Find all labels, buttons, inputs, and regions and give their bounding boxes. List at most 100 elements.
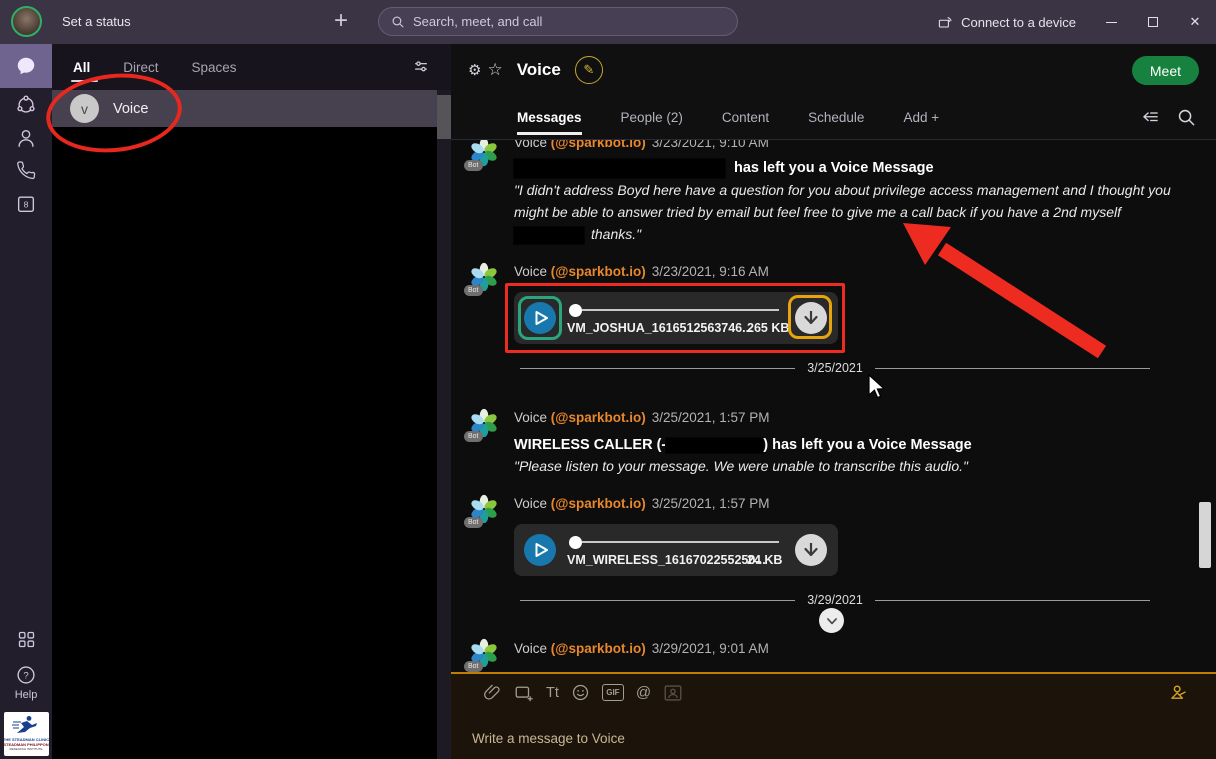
title-bar: Set a status + Connect to a device ✕	[0, 0, 1216, 44]
calendar-icon: 8	[17, 195, 35, 212]
filter-button[interactable]	[411, 57, 431, 77]
bot-badge: Bot	[464, 661, 483, 672]
jump-to-recent-icon[interactable]	[1141, 108, 1161, 128]
bot-badge: Bot	[464, 517, 483, 528]
audio-progress-track[interactable]	[582, 541, 779, 543]
audio-file-name: VM_WIRELESS_1616702255250...	[567, 553, 766, 567]
compose-area: Tt GIF @	[451, 672, 1216, 759]
emoji-icon[interactable]	[571, 683, 590, 702]
rail-item-meetings[interactable]: 8	[0, 187, 52, 220]
rail-item-help[interactable]: ? Help	[15, 664, 37, 701]
audio-progress-track[interactable]	[582, 309, 779, 311]
attachment-icon[interactable]	[483, 683, 502, 702]
tab-content[interactable]: Content	[722, 96, 769, 140]
favorite-star-icon[interactable]: ☆	[487, 60, 502, 80]
connect-to-device-button[interactable]: Connect to a device	[937, 15, 1076, 30]
audio-file-name: VM_JOSHUA_1616512563746...	[567, 321, 753, 335]
audio-progress-handle[interactable]	[569, 535, 582, 549]
personal-room-icon[interactable]	[663, 684, 683, 702]
tab-add[interactable]: Add +	[903, 96, 939, 140]
download-button[interactable]	[795, 302, 827, 334]
date-divider-label: 3/29/2021	[807, 593, 863, 607]
date-divider: 3/29/2021	[520, 592, 1151, 608]
audio-player: VM_JOSHUA_1616512563746... 265 KB	[514, 292, 838, 344]
voicemail-headline: has left you a Voice Message	[734, 160, 934, 176]
device-icon	[938, 16, 952, 28]
tab-schedule[interactable]: Schedule	[808, 96, 864, 140]
redaction-box	[513, 158, 726, 179]
space-list-scrollbar[interactable]	[437, 90, 451, 759]
download-button[interactable]	[795, 534, 827, 566]
space-list-panel: All Direct Spaces v Voice	[52, 44, 451, 759]
chat-bubble-icon	[17, 57, 35, 75]
chevron-down-icon	[826, 617, 837, 624]
close-button[interactable]: ✕	[1174, 0, 1216, 44]
date-divider: 3/25/2021	[520, 360, 1151, 376]
org-logo: THE STEADMAN CLINIC STEADMAN PHILIPPON R…	[3, 712, 49, 756]
space-panel: ⚙ ☆ Voice ✎ Meet Messages People (2) Con…	[451, 44, 1216, 759]
redaction-box	[665, 436, 765, 454]
rail-item-apps[interactable]	[0, 622, 52, 656]
meet-button[interactable]: Meet	[1131, 56, 1199, 85]
redaction-box	[513, 226, 585, 245]
message-input[interactable]	[472, 731, 1112, 746]
maximize-button[interactable]	[1132, 0, 1174, 44]
app-rail: 8 ? Help THE STEADMAN CLINIC STEADMAN PH…	[0, 44, 52, 759]
edit-space-button[interactable]: ✎	[574, 56, 603, 84]
message-scrollbar-thumb[interactable]	[1199, 502, 1211, 568]
voice-avatar: v	[70, 94, 99, 123]
play-button[interactable]	[524, 534, 556, 566]
text-format-icon[interactable]: Tt	[546, 685, 559, 701]
profile-avatar[interactable]	[11, 6, 42, 37]
tab-all[interactable]: All	[70, 44, 99, 90]
voicemail-headline: WIRELESS CALLER (- ) has left you a Voic…	[514, 436, 972, 454]
search-bar[interactable]	[378, 7, 738, 36]
audio-player: VM_WIRELESS_1616702255250... 24 KB	[514, 524, 838, 576]
rail-item-messaging[interactable]	[0, 44, 52, 88]
search-in-space-icon[interactable]	[1177, 108, 1196, 127]
voice-space-name: Voice	[113, 100, 149, 117]
rail-item-teams[interactable]	[0, 88, 52, 121]
apps-grid-icon	[18, 631, 34, 647]
transcript-line: "I didn't address Boyd here have a quest…	[514, 182, 1171, 198]
message-list: Bot Voice (@sparkbot.io) 3/23/2021, 9:10 …	[451, 140, 1216, 672]
pencil-icon: ✎	[583, 62, 595, 77]
plus-icon[interactable]: +	[326, 4, 356, 38]
message-header: Voice (@sparkbot.io) 3/29/2021, 9:01 AM	[514, 641, 769, 656]
runner-logo-icon	[12, 716, 37, 733]
audio-file-size: 265 KB	[747, 321, 790, 335]
scroll-to-bottom-button[interactable]	[819, 608, 844, 633]
set-status-button[interactable]: Set a status	[62, 14, 131, 29]
space-settings-gear-icon[interactable]: ⚙	[468, 61, 481, 79]
minimize-button[interactable]	[1090, 0, 1132, 44]
rail-item-contacts[interactable]	[0, 121, 52, 154]
tab-spaces[interactable]: Spaces	[192, 44, 237, 90]
play-button[interactable]	[524, 302, 556, 334]
space-list-scrollbar-thumb[interactable]	[437, 95, 451, 139]
transcript-line: might be able to answer tried by email b…	[514, 204, 1121, 220]
minimize-icon	[1105, 21, 1117, 23]
message-header: Voice (@sparkbot.io) 3/25/2021, 1:57 PM	[514, 496, 770, 511]
phone-icon	[17, 160, 36, 179]
logo-line3: RESEARCH INSTITUTE	[9, 747, 43, 751]
mention-icon[interactable]: @	[636, 684, 651, 701]
space-header: ⚙ ☆ Voice ✎ Meet	[451, 44, 1216, 96]
space-list-item-voice[interactable]: v Voice	[52, 90, 451, 127]
date-divider-label: 3/25/2021	[807, 361, 863, 375]
bot-avatar: Bot	[464, 140, 500, 171]
audio-progress-handle[interactable]	[569, 303, 582, 317]
svg-text:?: ?	[23, 671, 28, 682]
rail-item-calling[interactable]	[0, 154, 52, 187]
bot-avatar: Bot	[464, 493, 500, 528]
space-title: Voice	[516, 60, 561, 79]
bot-avatar: Bot	[464, 637, 500, 672]
draft-pen-icon[interactable]	[1168, 682, 1189, 703]
message-header: Voice (@sparkbot.io) 3/25/2021, 1:57 PM	[514, 410, 770, 425]
screen-capture-icon[interactable]	[514, 684, 534, 702]
search-input[interactable]	[413, 14, 693, 29]
transcript-line: thanks."	[591, 226, 642, 242]
gif-icon[interactable]: GIF	[601, 684, 624, 701]
tab-people[interactable]: People (2)	[621, 96, 683, 140]
tab-direct[interactable]: Direct	[123, 44, 158, 90]
tab-messages[interactable]: Messages	[517, 96, 582, 140]
